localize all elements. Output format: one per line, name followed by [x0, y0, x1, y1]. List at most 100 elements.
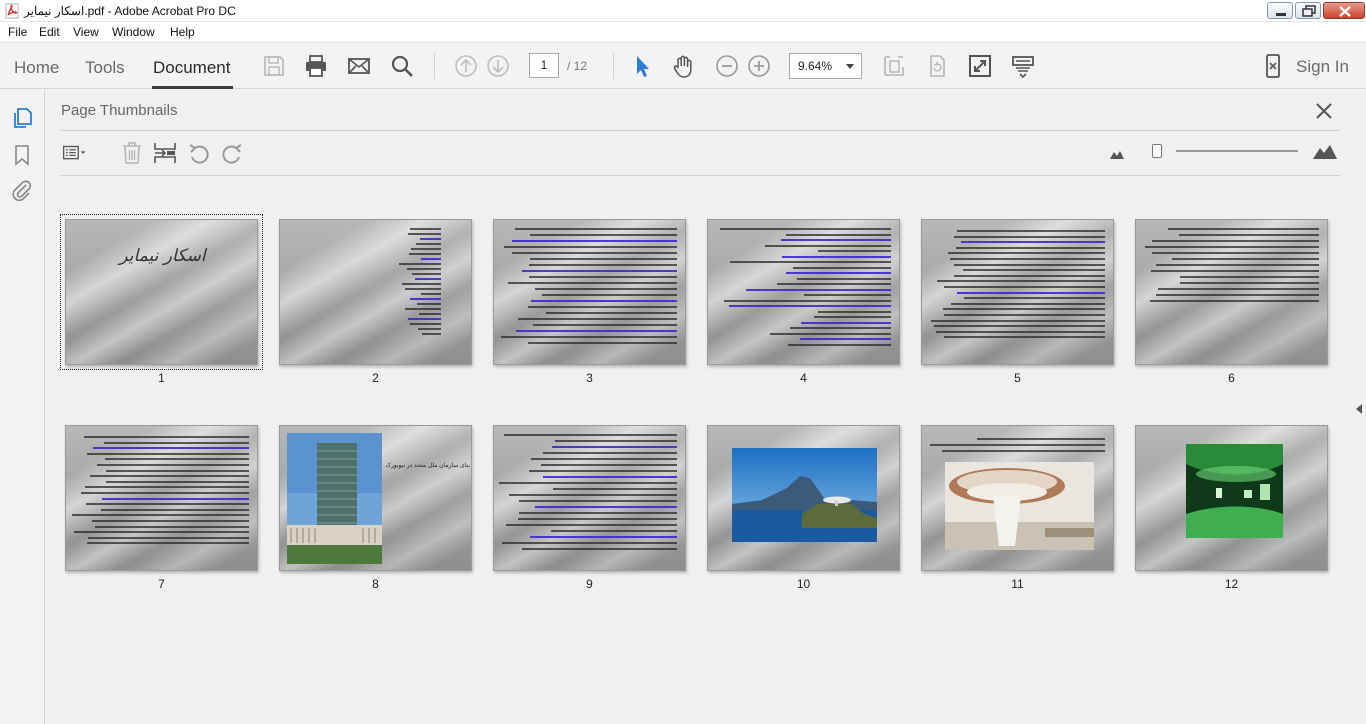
tab-document[interactable]: Document — [153, 58, 230, 78]
text-line — [92, 520, 249, 522]
thumbnail-size-slider-track[interactable] — [1176, 150, 1298, 152]
thumbnail-size-slider-thumb[interactable] — [1152, 144, 1162, 158]
restore-button[interactable] — [1295, 2, 1321, 19]
page-thumbnail-11[interactable] — [921, 425, 1114, 571]
redo-icon[interactable] — [219, 140, 245, 166]
text-line — [954, 263, 1105, 266]
tab-tools[interactable]: Tools — [85, 58, 125, 78]
zoom-in-icon[interactable] — [746, 53, 772, 79]
next-page-icon[interactable] — [485, 53, 511, 79]
text-line — [104, 441, 249, 444]
text-line — [100, 508, 249, 511]
insert-page-icon[interactable] — [152, 140, 178, 166]
prev-page-icon[interactable] — [453, 53, 479, 79]
text-line — [788, 343, 891, 346]
small-thumbnail-icon[interactable] — [1109, 148, 1125, 160]
page-number-label: 1 — [158, 371, 165, 385]
text-line — [499, 482, 677, 484]
undo-icon[interactable] — [186, 140, 212, 166]
page-thumbnail-6[interactable] — [1135, 219, 1328, 365]
text-line — [529, 258, 677, 260]
tab-home[interactable]: Home — [14, 58, 59, 78]
text-line — [105, 469, 249, 472]
page-total: / 12 — [567, 59, 588, 73]
text-line — [83, 436, 249, 438]
page-thumbnail-7[interactable] — [65, 425, 258, 571]
text-line — [420, 258, 441, 260]
text-line — [529, 264, 677, 266]
window-title: اسکار نیمایر.pdf - Adobe Acrobat Pro DC — [24, 4, 236, 18]
text-line — [553, 488, 677, 490]
page-thumbnail-4[interactable] — [707, 219, 900, 365]
photo-caption: بنای سازمان ملل متحد در نیویورک — [385, 463, 470, 469]
page-thumbnail-12[interactable] — [1135, 425, 1328, 571]
text-line — [416, 303, 441, 305]
title-bar: اسکار نیمایر.pdf - Adobe Acrobat Pro DC — [0, 0, 1366, 22]
bookmarks-icon[interactable] — [10, 143, 34, 167]
zoom-level-select[interactable]: 9.64% — [789, 53, 862, 79]
page-thumbnail-8[interactable]: بنای سازمان ملل متحد در نیویورک — [279, 425, 472, 571]
main-toolbar: Home Tools Document 1 / 12 9.64% Sign In — [0, 42, 1366, 89]
menu-edit[interactable]: Edit — [39, 25, 60, 39]
text-line — [407, 233, 441, 235]
select-cursor-icon[interactable] — [629, 53, 655, 79]
text-line — [409, 298, 441, 300]
attachments-icon[interactable] — [10, 178, 34, 202]
menu-help[interactable]: Help — [170, 25, 195, 39]
print-icon[interactable] — [303, 53, 329, 79]
text-line — [504, 434, 677, 436]
page-thumbnail-5[interactable] — [921, 219, 1114, 365]
text-line — [554, 440, 677, 442]
close-window-button[interactable] — [1323, 2, 1365, 19]
active-tab-indicator — [152, 86, 233, 89]
text-line — [1157, 288, 1319, 290]
text-line — [89, 475, 249, 478]
text-line — [105, 480, 249, 483]
text-line — [936, 330, 1105, 333]
text-line — [729, 261, 891, 263]
sign-in-link[interactable]: Sign In — [1296, 57, 1349, 77]
menu-window[interactable]: Window — [112, 25, 155, 39]
page-thumbnails-icon[interactable] — [10, 106, 34, 130]
delete-page-icon[interactable] — [119, 140, 145, 166]
options-menu-icon[interactable] — [62, 140, 88, 166]
email-icon[interactable] — [346, 53, 372, 79]
page-thumbnail-10[interactable] — [707, 425, 900, 571]
page-thumbnail-1[interactable]: اسکار نیمایر — [60, 214, 263, 370]
page-thumbnail-9[interactable] — [493, 425, 686, 571]
text-line — [953, 274, 1105, 277]
menu-file[interactable]: File — [8, 25, 27, 39]
hand-icon[interactable] — [671, 53, 697, 79]
close-icon[interactable] — [1313, 100, 1335, 122]
text-line — [943, 314, 1105, 316]
text-line — [551, 530, 677, 532]
page-number-label: 4 — [800, 371, 807, 385]
zoom-out-icon[interactable] — [714, 53, 740, 79]
text-line — [404, 308, 441, 310]
rotate-page-icon[interactable] — [924, 53, 950, 79]
page-thumbnail-3[interactable] — [493, 219, 686, 365]
text-line — [501, 336, 677, 338]
text-line — [409, 253, 441, 255]
search-icon[interactable] — [389, 53, 415, 79]
collapse-panel-arrow-icon[interactable] — [1356, 404, 1362, 414]
text-line — [780, 239, 891, 241]
full-screen-icon[interactable] — [967, 53, 993, 79]
page-number-label: 10 — [796, 577, 811, 591]
text-line — [528, 276, 677, 278]
scroll-mode-icon[interactable] — [1010, 53, 1036, 79]
minimize-button[interactable] — [1267, 2, 1293, 19]
text-line — [948, 252, 1105, 255]
fit-page-icon[interactable] — [881, 53, 907, 79]
large-thumbnail-icon[interactable] — [1312, 143, 1338, 160]
text-line — [541, 464, 677, 466]
text-line — [1172, 258, 1319, 260]
text-line — [102, 497, 249, 500]
menu-view[interactable]: View — [73, 25, 99, 39]
text-line — [421, 333, 441, 335]
page-number-input[interactable]: 1 — [529, 53, 559, 78]
mobile-link-icon[interactable] — [1260, 53, 1286, 79]
page-number-label: 6 — [1228, 371, 1235, 385]
page-thumbnail-2[interactable] — [279, 219, 472, 365]
save-icon[interactable] — [261, 53, 287, 79]
